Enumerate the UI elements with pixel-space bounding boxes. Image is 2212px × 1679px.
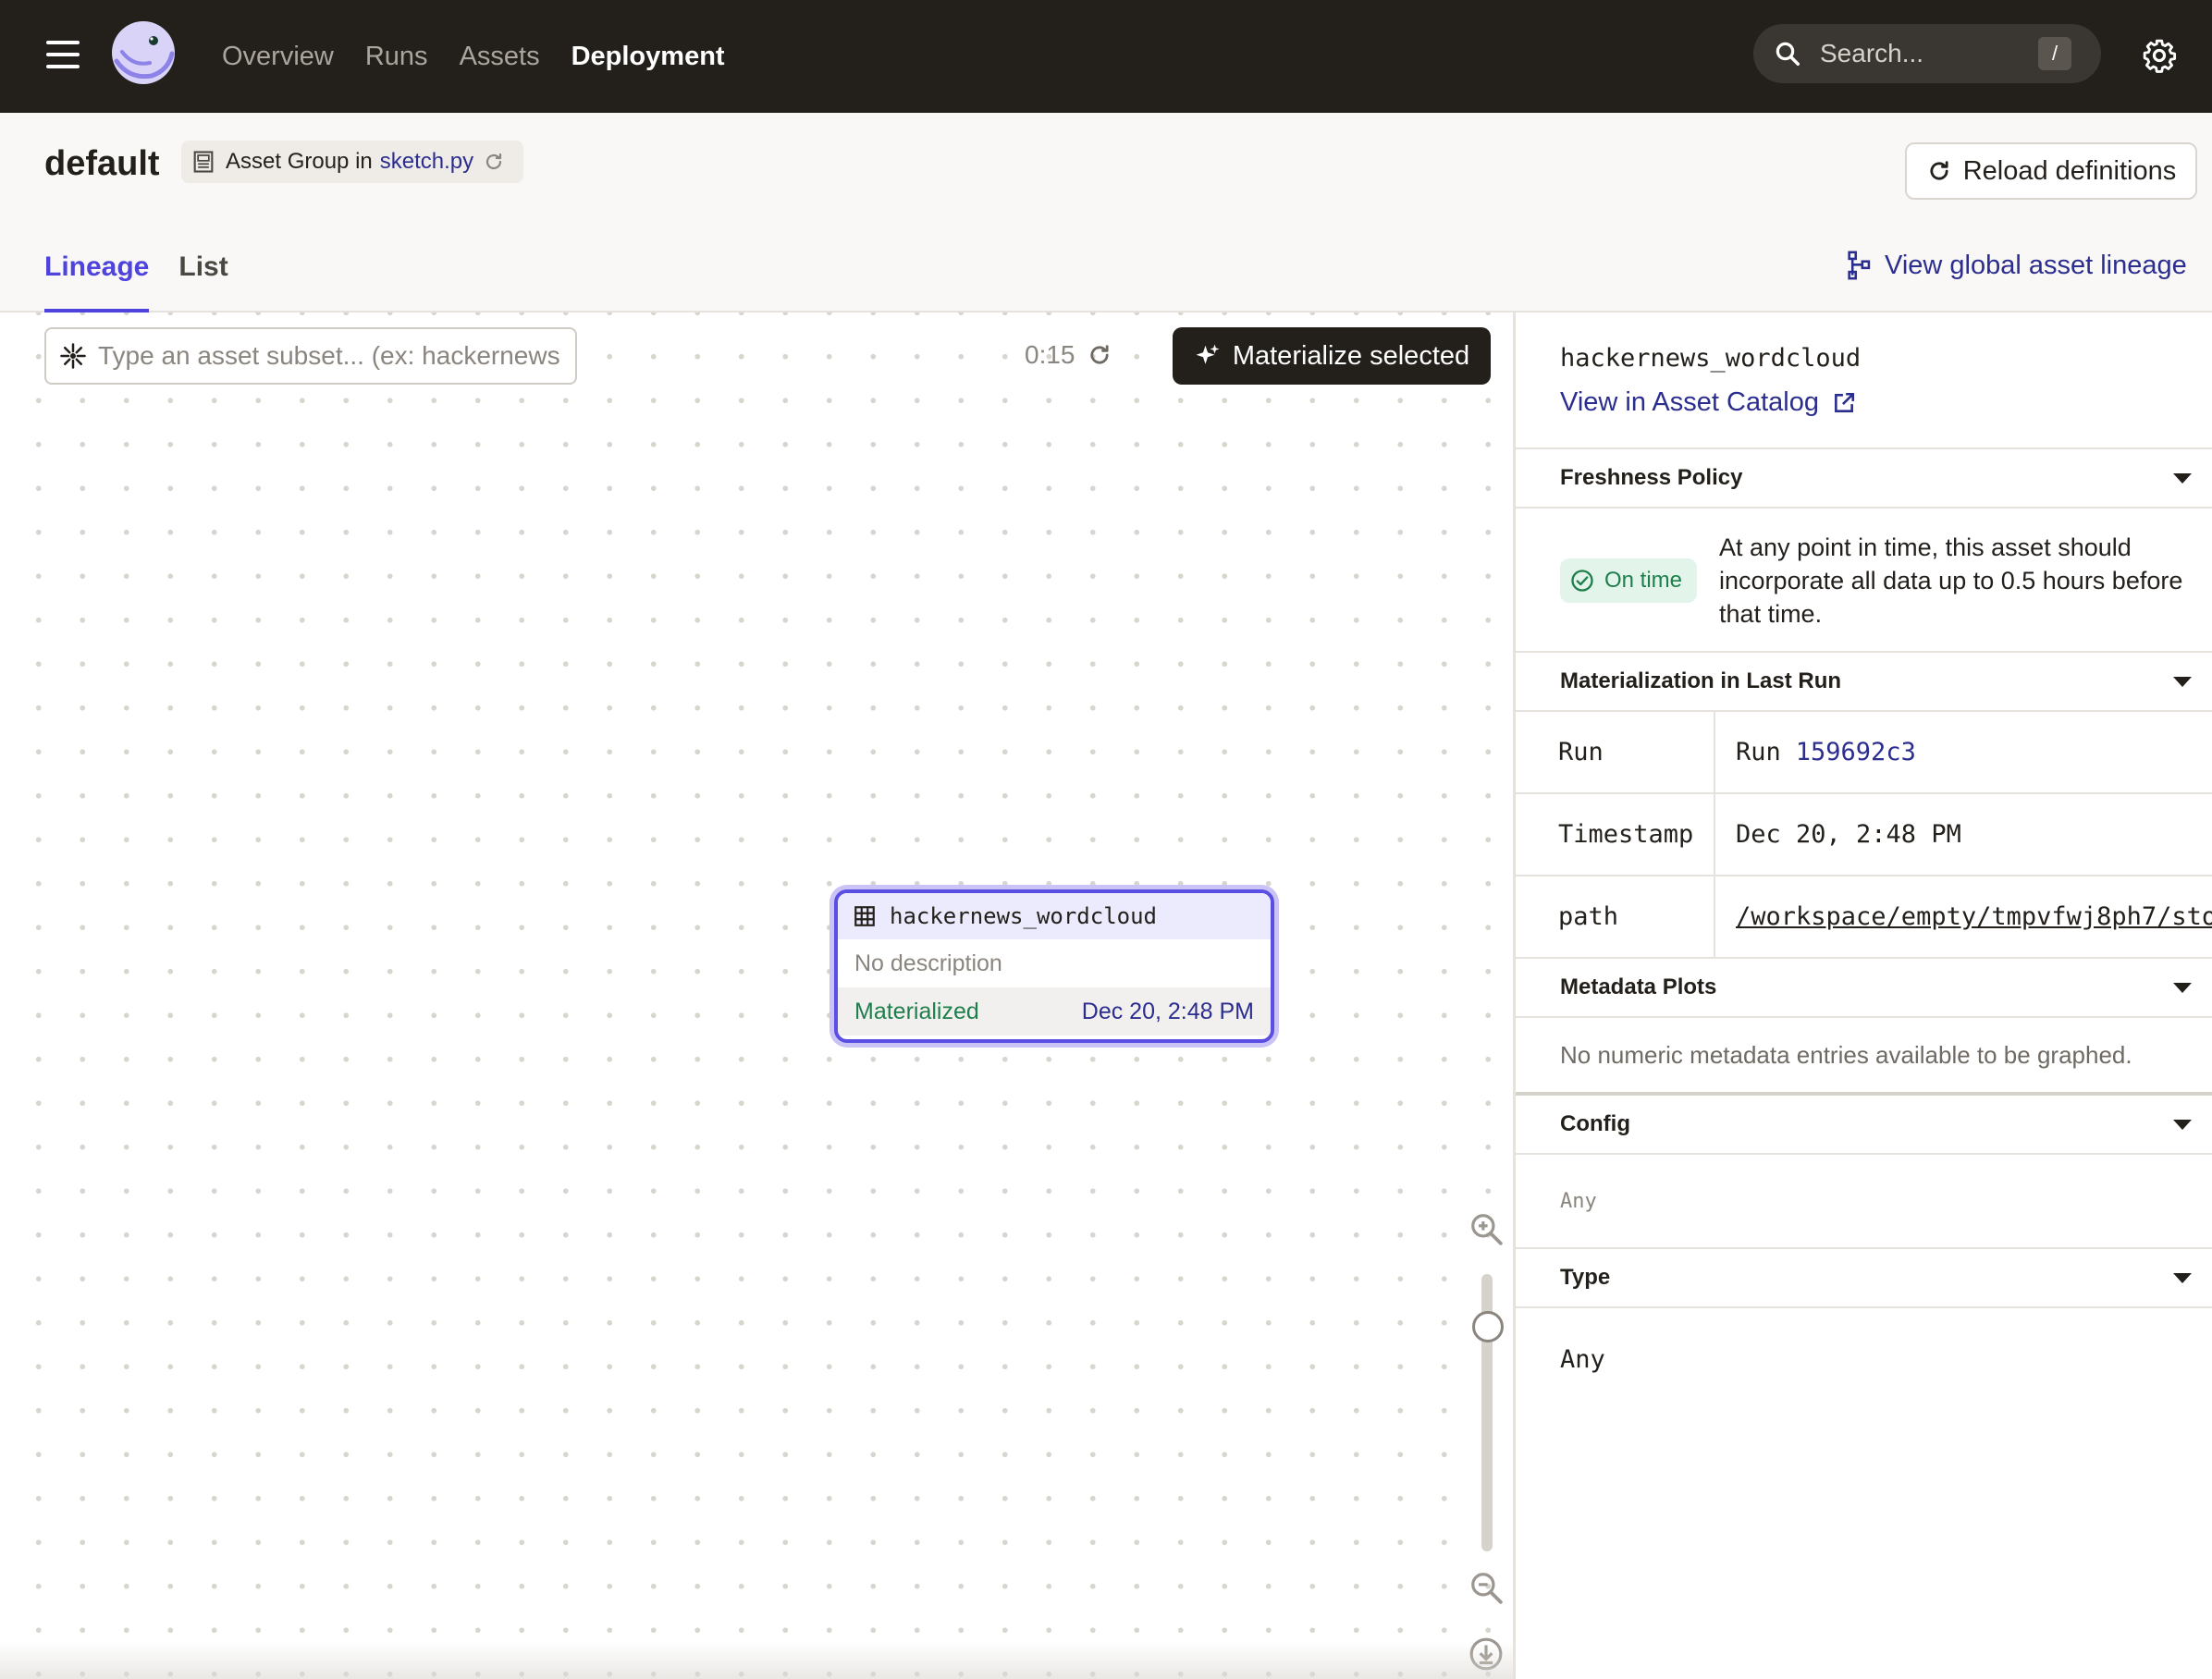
search-input[interactable]: Search... / (1753, 24, 2101, 83)
view-tabs: Lineage List (44, 205, 228, 313)
canvas-bottom-fade (0, 1642, 1513, 1679)
path-link[interactable]: /workspace/empty/tmpvfwj8ph7/sto (1736, 902, 2212, 931)
metadata-value-path: /workspace/empty/tmpvfwj8ph7/sto (1715, 876, 2212, 957)
search-placeholder: Search... (1820, 39, 1924, 67)
code-location-link[interactable]: sketch.py (380, 149, 473, 175)
sidebar-asset-name: hackernews_wordcloud (1560, 344, 1862, 373)
config-value: Any (1516, 1155, 2212, 1249)
metadata-value-timestamp: Dec 20, 2:48 PM (1736, 820, 1961, 849)
metadata-value-run: Run 159692c3 (1715, 712, 2212, 792)
reload-definitions-button[interactable]: Reload definitions (1905, 142, 2197, 200)
tab-list[interactable]: List (178, 205, 227, 313)
metadata-key-run: Run (1516, 712, 1715, 792)
nav-deployment[interactable]: Deployment (571, 42, 725, 72)
sidebar-header: hackernews_wordcloud View in Asset Catal… (1516, 313, 2212, 449)
asset-group-tag: Asset Group in sketch.py (181, 141, 524, 183)
type-section-toggle[interactable]: Type (1516, 1249, 2212, 1308)
freshness-policy-text: At any point in time, this asset should … (1719, 533, 2183, 628)
main-nav: Overview Runs Assets Deployment (222, 0, 725, 113)
nav-overview[interactable]: Overview (222, 42, 334, 72)
asset-node-status: Materialized (854, 998, 979, 1024)
refresh-timer: 0:15 (1025, 340, 1112, 370)
materialize-selected-label: Materialize selected (1232, 340, 1470, 371)
menu-icon[interactable] (46, 41, 80, 68)
freshness-policy-body: On time At any point in time, this asset… (1516, 509, 2212, 653)
reload-location-icon[interactable] (483, 151, 505, 173)
metadata-key-timestamp: Timestamp (1516, 794, 1715, 875)
asset-group-prefix: Asset Group in (226, 149, 373, 174)
caret-down-icon (2173, 982, 2192, 993)
reload-definitions-label: Reload definitions (1962, 155, 2177, 186)
dagster-logo-icon[interactable] (109, 18, 178, 91)
last-run-section-toggle[interactable]: Materialization in Last Run (1516, 653, 2212, 712)
materialize-selected-button[interactable]: Materialize selected (1173, 327, 1491, 385)
sparkle-icon (1196, 344, 1220, 364)
asset-node-header: hackernews_wordcloud (838, 893, 1271, 939)
view-in-asset-catalog-link[interactable]: View in Asset Catalog (1560, 387, 2212, 418)
asset-group-icon (193, 151, 214, 173)
caret-down-icon (2173, 1119, 2192, 1130)
zoom-out-icon[interactable] (1469, 1570, 1504, 1605)
lineage-graph-canvas[interactable]: Type an asset subset... (ex: hackernews … (0, 313, 1513, 1679)
asset-node-description: No description (854, 950, 1002, 976)
type-value: Any (1560, 1344, 1605, 1374)
asset-detail-sidebar: hackernews_wordcloud View in Asset Catal… (1513, 313, 2212, 1679)
page-header: default Asset Group in sketch.py Reload … (0, 113, 2212, 313)
zoom-slider-handle[interactable] (1472, 1311, 1504, 1342)
type-heading: Type (1560, 1265, 1611, 1290)
metadata-plots-heading: Metadata Plots (1560, 974, 1717, 999)
top-nav: Overview Runs Assets Deployment Search..… (0, 0, 2212, 113)
caret-down-icon (2173, 472, 2192, 484)
caret-down-icon (2173, 1272, 2192, 1283)
external-link-icon (1835, 392, 1855, 412)
on-time-badge: On time (1560, 558, 1698, 603)
asset-node-name: hackernews_wordcloud (890, 903, 1157, 929)
run-prefix: Run (1736, 738, 1781, 766)
run-id-link[interactable]: 159692c3 (1796, 738, 1916, 766)
view-in-asset-catalog-label: View in Asset Catalog (1560, 387, 1819, 417)
metadata-plots-empty: No numeric metadata entries available to… (1516, 1018, 2212, 1096)
metadata-plots-section-toggle[interactable]: Metadata Plots (1516, 959, 2212, 1018)
config-section-toggle[interactable]: Config (1516, 1096, 2212, 1155)
tab-lineage[interactable]: Lineage (44, 205, 150, 313)
asset-node[interactable]: hackernews_wordcloud No description Mate… (834, 889, 1274, 1043)
search-icon (1776, 42, 1800, 66)
refresh-icon (1930, 161, 1948, 180)
asset-selection-icon (60, 343, 86, 369)
view-global-lineage-label: View global asset lineage (1885, 250, 2187, 280)
table-icon (854, 906, 875, 926)
check-circle-icon (1571, 570, 1593, 592)
page-title: default (44, 144, 160, 183)
asset-subset-input[interactable]: Type an asset subset... (ex: hackernews (44, 327, 577, 385)
lineage-icon (1848, 251, 1871, 280)
refresh-icon[interactable] (1087, 342, 1112, 368)
caret-down-icon (2173, 676, 2192, 687)
freshness-policy-heading: Freshness Policy (1560, 465, 1743, 490)
asset-subset-placeholder: Type an asset subset... (ex: hackernews (98, 341, 560, 370)
on-time-label: On time (1604, 568, 1683, 593)
asset-node-status-row: Materialized Dec 20, 2:48 PM (838, 987, 1271, 1036)
view-global-lineage-link[interactable]: View global asset lineage (1846, 250, 2187, 281)
freshness-policy-section-toggle[interactable]: Freshness Policy (1516, 449, 2212, 509)
metadata-key-path: path (1516, 876, 1715, 957)
metadata-row-run: Run Run 159692c3 (1516, 712, 2212, 794)
last-run-heading: Materialization in Last Run (1560, 668, 1842, 693)
asset-node-timestamp-link[interactable]: Dec 20, 2:48 PM (1082, 999, 1254, 1025)
metadata-row-timestamp: Timestamp Dec 20, 2:48 PM (1516, 794, 2212, 876)
nav-assets[interactable]: Assets (460, 42, 540, 72)
metadata-row-path: path /workspace/empty/tmpvfwj8ph7/sto (1516, 876, 2212, 959)
nav-runs[interactable]: Runs (365, 42, 428, 72)
search-shortcut-key: / (2038, 37, 2071, 70)
gear-icon[interactable] (2142, 38, 2177, 73)
refresh-countdown: 0:15 (1025, 340, 1075, 369)
config-heading: Config (1560, 1111, 1630, 1136)
zoom-in-icon[interactable] (1469, 1211, 1504, 1246)
